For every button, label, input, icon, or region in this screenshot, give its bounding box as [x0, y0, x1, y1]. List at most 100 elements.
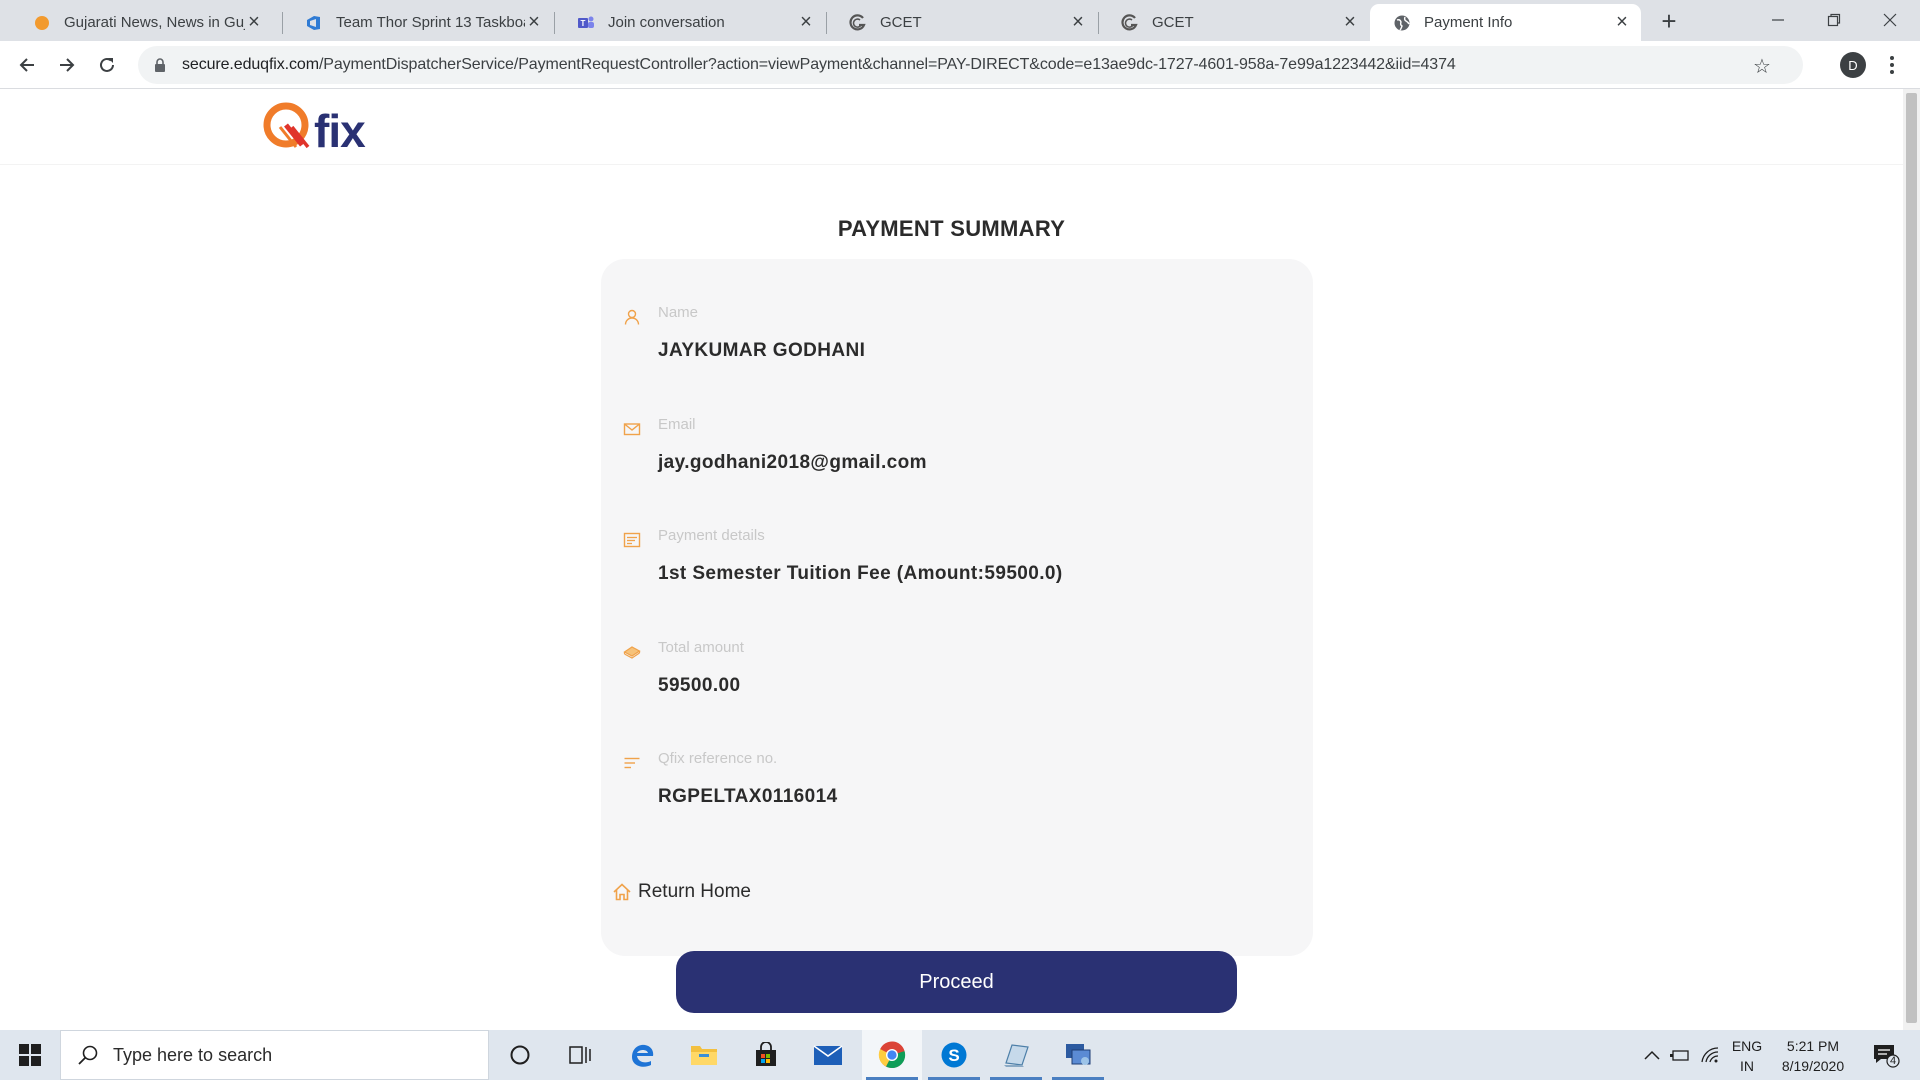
- taskbar-mail[interactable]: [798, 1030, 858, 1080]
- taskbar-file-explorer[interactable]: [674, 1030, 734, 1080]
- taskbar-chrome[interactable]: [862, 1030, 922, 1080]
- chevron-up-icon: [1644, 1050, 1660, 1060]
- gcet-icon: [849, 13, 867, 32]
- tab-title: Join conversation: [608, 14, 725, 31]
- action-center-button[interactable]: 4: [1866, 1030, 1906, 1080]
- taskbar-edge[interactable]: [612, 1030, 672, 1080]
- new-tab-button[interactable]: +: [1654, 6, 1684, 36]
- name-value: JAYKUMAR GODHANI: [658, 340, 866, 361]
- store-bag-icon: [756, 1042, 776, 1066]
- close-icon[interactable]: ×: [1069, 11, 1087, 33]
- address-bar[interactable]: secure.eduqfix.com/PaymentDispatcherServ…: [138, 46, 1803, 84]
- restore-button[interactable]: [1806, 0, 1862, 40]
- close-icon[interactable]: ×: [1341, 11, 1359, 33]
- tab-title: Payment Info: [1424, 14, 1513, 31]
- reference-field: Qfix reference no. RGPELTAX0116014: [623, 750, 1293, 810]
- page-title: PAYMENT SUMMARY: [837, 216, 1066, 241]
- browser-toolbar: secure.eduqfix.com/PaymentDispatcherServ…: [0, 41, 1920, 89]
- forward-button[interactable]: [51, 49, 83, 81]
- email-field: Email jay.godhani2018@gmail.com: [623, 416, 1293, 476]
- azure-devops-icon: [305, 14, 323, 32]
- return-home-label: Return Home: [638, 881, 751, 902]
- minimize-button[interactable]: [1750, 0, 1806, 40]
- close-icon[interactable]: ×: [525, 11, 543, 33]
- edge-icon: [632, 1044, 654, 1067]
- close-icon: [1883, 13, 1897, 27]
- close-icon[interactable]: ×: [1613, 11, 1631, 33]
- taskbar-search-box[interactable]: Type here to search: [60, 1030, 489, 1080]
- close-icon[interactable]: ×: [245, 11, 263, 33]
- reference-label: Qfix reference no.: [658, 750, 778, 767]
- tab-title: GCET: [880, 14, 922, 31]
- tab-gujarati-news[interactable]: Gujarati News, News in Gujarati ×: [10, 4, 273, 41]
- clock[interactable]: 5:21 PM 8/19/2020: [1772, 1036, 1854, 1076]
- lock-icon[interactable]: [152, 57, 168, 73]
- taskbar-app-paper[interactable]: [986, 1030, 1046, 1080]
- payment-details-value: 1st Semester Tuition Fee (Amount:59500.0…: [658, 563, 1063, 584]
- taskbar-remote-desktop[interactable]: [1048, 1030, 1108, 1080]
- tab-payment-info[interactable]: Payment Info ×: [1370, 4, 1641, 41]
- profile-avatar[interactable]: D: [1840, 52, 1866, 78]
- close-window-button[interactable]: [1862, 0, 1918, 40]
- orange-circle-icon: [33, 14, 51, 32]
- page-content: fix PAYMENT SUMMARY Name JAYKUMAR GODHAN…: [0, 89, 1903, 1030]
- restore-icon: [1827, 13, 1841, 27]
- globe-icon: [1393, 14, 1411, 32]
- url-path: /PaymentDispatcherService/PaymentRequest…: [318, 56, 1456, 73]
- browser-tab-strip: Gujarati News, News in Gujarati × Team T…: [0, 0, 1920, 41]
- task-view-button[interactable]: [550, 1030, 610, 1080]
- reference-value: RGPELTAX0116014: [658, 786, 838, 807]
- tab-join-conversation[interactable]: T Join conversation ×: [554, 4, 825, 41]
- reload-icon: [100, 57, 114, 72]
- skype-icon: S: [941, 1042, 967, 1068]
- folder-icon: [691, 1046, 717, 1065]
- language-bottom: IN: [1740, 1058, 1754, 1074]
- taskbar-store[interactable]: [736, 1030, 796, 1080]
- reload-button[interactable]: [91, 49, 123, 81]
- page-scrollbar[interactable]: [1903, 89, 1920, 1030]
- arrow-right-icon: [60, 58, 75, 72]
- site-header: fix: [0, 89, 1903, 165]
- tray-battery[interactable]: [1668, 1030, 1692, 1080]
- envelope-icon: [623, 423, 641, 436]
- logo-text: fix: [314, 105, 366, 157]
- clock-date: 8/19/2020: [1781, 1058, 1845, 1074]
- lines-icon: [624, 757, 640, 769]
- language-top: ENG: [1731, 1038, 1763, 1054]
- home-icon: [613, 883, 631, 901]
- notification-count: 4: [1890, 1055, 1897, 1067]
- url-host: secure.eduqfix.com: [182, 56, 319, 73]
- email-label: Email: [658, 416, 696, 433]
- tab-team-thor[interactable]: Team Thor Sprint 13 Taskboard ×: [282, 4, 553, 41]
- tab-title: Team Thor Sprint 13 Taskboard: [336, 14, 525, 31]
- payment-details-field: Payment details 1st Semester Tuition Fee…: [623, 527, 1293, 587]
- minimize-icon: [1772, 19, 1784, 21]
- bookmark-star-icon[interactable]: ☆: [1751, 55, 1773, 78]
- start-button[interactable]: [0, 1030, 60, 1080]
- remote-desktop-icon: [1066, 1044, 1091, 1065]
- search-placeholder: Type here to search: [113, 1044, 273, 1065]
- tray-wifi[interactable]: [1698, 1030, 1722, 1080]
- tab-gcet-1[interactable]: GCET ×: [826, 4, 1097, 41]
- tab-gcet-2[interactable]: GCET ×: [1098, 4, 1369, 41]
- browser-menu-icon[interactable]: [1882, 52, 1902, 78]
- cortana-button[interactable]: [490, 1030, 550, 1080]
- total-amount-field: Total amount 59500.00: [623, 639, 1293, 699]
- tab-title: GCET: [1152, 14, 1194, 31]
- qfix-logo[interactable]: fix: [262, 101, 366, 157]
- chrome-icon: [878, 1041, 906, 1069]
- back-button[interactable]: [11, 49, 43, 81]
- mail-icon: [813, 1045, 843, 1065]
- logo-q-mark: [262, 101, 314, 153]
- language-indicator[interactable]: ENG IN: [1728, 1036, 1766, 1076]
- email-value: jay.godhani2018@gmail.com: [658, 452, 927, 473]
- scrollbar-thumb[interactable]: [1906, 93, 1917, 1023]
- proceed-button[interactable]: Proceed: [676, 951, 1237, 1013]
- tray-overflow-chevron[interactable]: [1640, 1030, 1664, 1080]
- close-icon[interactable]: ×: [797, 11, 815, 33]
- paper-app-icon: [1004, 1044, 1029, 1067]
- return-home-link[interactable]: Return Home: [612, 881, 751, 903]
- money-icon: [623, 646, 641, 659]
- taskbar-skype[interactable]: S: [924, 1030, 984, 1080]
- name-field: Name JAYKUMAR GODHANI: [623, 304, 1293, 364]
